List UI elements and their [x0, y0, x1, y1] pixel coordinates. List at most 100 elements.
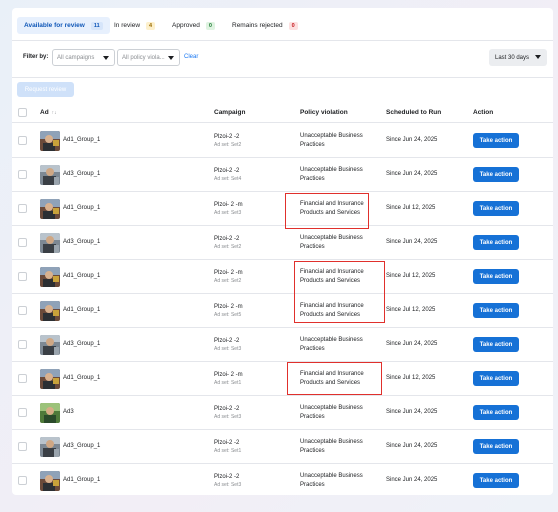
ad-name[interactable]: Ad1_Group_1 — [63, 137, 100, 143]
tab-in-review[interactable]: In review 4 — [107, 17, 162, 34]
policy-violation: Financial and Insurance Products and Ser… — [300, 371, 364, 386]
row-checkbox[interactable] — [18, 238, 27, 247]
row-checkbox[interactable] — [18, 170, 27, 179]
date-range-select[interactable]: Last 30 days — [489, 49, 547, 66]
policy-violation: Unacceptable Business Practices — [300, 133, 363, 148]
tab-count-badge: 4 — [146, 21, 156, 30]
scheduled-date: Since Jul 12, 2025 — [386, 205, 436, 211]
scheduled-date: Since Jul 12, 2025 — [386, 273, 436, 279]
row-checkbox[interactable] — [18, 272, 27, 281]
take-action-button[interactable]: Take action — [473, 269, 519, 284]
ad-thumbnail — [40, 369, 60, 389]
ad-set-name: Ad set: Set1 — [214, 448, 242, 454]
ad-name[interactable]: Ad3 — [63, 409, 74, 415]
take-action-button[interactable]: Take action — [473, 405, 519, 420]
ad-set-name: Ad set: Set1 — [214, 380, 242, 386]
campaigns-select-value: All campaigns — [57, 54, 95, 61]
row-checkbox[interactable] — [18, 442, 27, 451]
policy-violation: Unacceptable Business Practices — [300, 167, 363, 182]
take-action-button[interactable]: Take action — [473, 303, 519, 318]
policy-select[interactable]: All policy viola... — [117, 49, 180, 66]
take-action-button[interactable]: Take action — [473, 167, 519, 182]
take-action-button[interactable]: Take action — [473, 133, 519, 148]
ad-set-name: Ad set: Set3 — [214, 482, 242, 488]
chevron-down-icon — [535, 55, 541, 59]
ad-name[interactable]: Ad1_Group_1 — [63, 273, 100, 279]
ad-name[interactable]: Ad3_Group_1 — [63, 341, 100, 347]
table-row: Ad1_Group_1 Plzoi-2 -2 Ad set: Set2 Unaccep… — [12, 124, 553, 158]
take-action-button[interactable]: Take action — [473, 473, 519, 488]
ad-thumbnail — [40, 199, 60, 219]
ad-thumbnail — [40, 301, 60, 321]
policy-violation: Financial and Insurance Products and Ser… — [300, 201, 364, 216]
ad-thumbnail — [40, 437, 60, 457]
campaign-cell: Plzoi- 2 -m Ad set: Set5 — [214, 303, 243, 319]
row-checkbox[interactable] — [18, 408, 27, 417]
ad-name[interactable]: Ad1_Group_1 — [63, 307, 100, 313]
ad-thumbnail — [40, 471, 60, 491]
column-header-ad[interactable]: Ad ↑↓ — [40, 109, 57, 116]
divider — [12, 77, 553, 78]
ad-name[interactable]: Ad3_Group_1 — [63, 443, 100, 449]
tab-approved[interactable]: Approved 0 — [165, 17, 222, 34]
scheduled-date: Since Jun 24, 2025 — [386, 477, 438, 483]
tab-label: Approved — [172, 22, 200, 29]
row-checkbox[interactable] — [18, 476, 27, 485]
chevron-down-icon — [103, 56, 109, 60]
ad-name[interactable]: Ad1_Group_1 — [63, 205, 100, 211]
take-action-button[interactable]: Take action — [473, 337, 519, 352]
campaign-cell: Plzoi-2 -2 Ad set: Set3 — [214, 337, 241, 353]
column-header-scheduled: Scheduled to Run — [386, 109, 442, 116]
tab-remains-rejected[interactable]: Remains rejected 0 — [225, 17, 305, 34]
ad-set-name: Ad set: Set3 — [214, 346, 242, 352]
take-action-button[interactable]: Take action — [473, 371, 519, 386]
ad-name[interactable]: Ad3_Group_1 — [63, 239, 100, 245]
campaign-name: Plzoi-2 -2 — [214, 406, 240, 412]
ad-set-name: Ad set: Set3 — [214, 210, 242, 216]
campaign-name: Plzoi-2 -2 — [214, 474, 240, 480]
campaign-cell: Plzoi- 2 -m Ad set: Set2 — [214, 269, 243, 285]
ad-name[interactable]: Ad1_Group_1 — [63, 375, 100, 381]
campaign-name: Plzoi-2 -2 — [214, 338, 240, 344]
ad-set-name: Ad set: Set2 — [214, 244, 242, 250]
request-review-button[interactable]: Request review — [17, 82, 74, 97]
take-action-button[interactable]: Take action — [473, 201, 519, 216]
ad-name[interactable]: Ad1_Group_1 — [63, 477, 100, 483]
row-checkbox[interactable] — [18, 204, 27, 213]
row-checkbox[interactable] — [18, 136, 27, 145]
policy-violation: Unacceptable Business Practices — [300, 235, 363, 250]
campaigns-select[interactable]: All campaigns — [52, 49, 115, 66]
column-header-campaign: Campaign — [214, 109, 246, 116]
take-action-button[interactable]: Take action — [473, 235, 519, 250]
select-all-checkbox[interactable] — [18, 108, 27, 117]
scheduled-date: Since Jun 24, 2025 — [386, 409, 438, 415]
table-row: Ad3 Plzoi-2 -2 Ad set: Set3 Unacceptable Bu… — [12, 396, 553, 430]
campaign-cell: Plzoi-2 -2 Ad set: Set2 — [214, 133, 241, 149]
campaign-cell: Plzoi-2 -2 Ad set: Set1 — [214, 439, 241, 455]
row-checkbox[interactable] — [18, 340, 27, 349]
table-row: Ad1_Group_1 Plzoi-2 -2 Ad set: Set3 Unaccep… — [12, 464, 553, 495]
row-checkbox[interactable] — [18, 306, 27, 315]
policy-violation: Unacceptable Business Practices — [300, 337, 363, 352]
scheduled-date: Since Jun 24, 2025 — [386, 341, 438, 347]
campaign-name: Plzoi- 2 -m — [214, 304, 243, 310]
campaign-name: Plzoi-2 -2 — [214, 134, 240, 140]
row-checkbox[interactable] — [18, 374, 27, 383]
table-row: Ad3_Group_1 Plzoi-2 -2 Ad set: Set4 Unaccep… — [12, 158, 553, 192]
ad-name[interactable]: Ad3_Group_1 — [63, 171, 100, 177]
policy-violation: Unacceptable Business Practices — [300, 439, 363, 454]
ad-set-name: Ad set: Set4 — [214, 176, 242, 182]
tab-count-badge: 11 — [90, 21, 103, 30]
table-header: Ad ↑↓ Campaign Policy violation Scheduled… — [12, 102, 553, 123]
sort-icon[interactable]: ↑↓ — [52, 110, 57, 116]
take-action-button[interactable]: Take action — [473, 439, 519, 454]
scheduled-date: Since Jun 24, 2025 — [386, 239, 438, 245]
ad-thumbnail — [40, 335, 60, 355]
campaign-name: Plzoi- 2 -m — [214, 372, 243, 378]
tab-available-for-review[interactable]: Available for review 11 — [17, 17, 110, 34]
clear-filters-link[interactable]: Clear — [184, 54, 198, 60]
campaign-name: Plzoi- 2 -m — [214, 202, 243, 208]
ad-thumbnail — [40, 165, 60, 185]
column-header-policy: Policy violation — [300, 109, 348, 116]
campaign-name: Plzoi-2 -2 — [214, 440, 240, 446]
